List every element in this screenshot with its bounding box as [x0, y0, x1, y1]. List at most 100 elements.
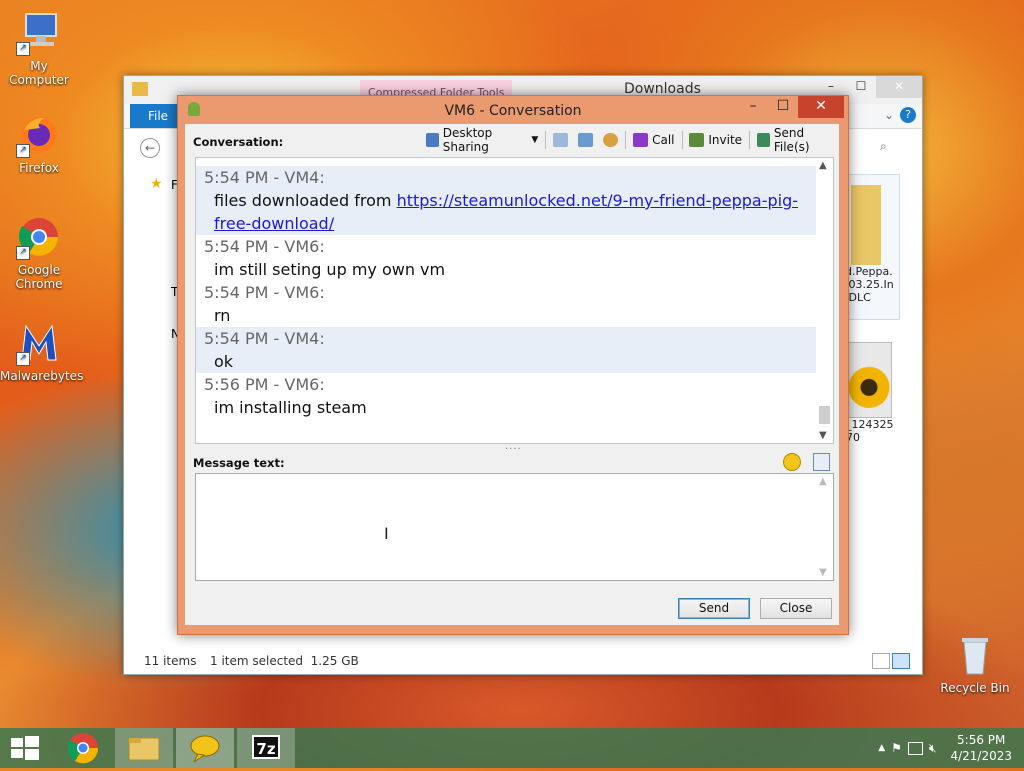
message-text: im still seting up my own vm [214, 260, 446, 279]
contacts-icon [578, 133, 594, 147]
gear-icon [603, 133, 619, 147]
message-text: ok [214, 352, 234, 371]
chevron-down-icon: ▼ [531, 135, 539, 145]
scroll-down-icon[interactable]: ▼ [819, 567, 827, 578]
scroll-up-icon[interactable]: ▲ [819, 160, 827, 171]
message-text-label: Message text: [193, 456, 285, 470]
close-button[interactable]: ✕ [876, 76, 922, 98]
chat-bubble-icon [190, 735, 220, 763]
status-item-count: 11 items [144, 654, 197, 668]
desktop-icon-recycle-bin[interactable]: Recycle Bin [936, 632, 1014, 695]
emoticon-icon[interactable] [783, 453, 801, 471]
history-button[interactable] [548, 129, 573, 151]
flower-thumbnail-icon [846, 342, 892, 418]
taskbar: 7z ▲ ⚑ 🔇︎ 5:56 PM 4/21/2023 [0, 728, 1024, 768]
desktop-icon-label: Google Chrome [15, 263, 63, 291]
send-file-icon [756, 133, 770, 147]
call-button[interactable]: Call [628, 129, 679, 151]
desktop-icon-chrome[interactable]: ↗ Google Chrome [0, 214, 78, 291]
show-hidden-icons-icon[interactable]: ▲ [878, 743, 885, 753]
desktop-sharing-button[interactable]: Desktop Sharing ▼ [421, 126, 543, 154]
send-button[interactable]: Send [678, 598, 750, 619]
conversation-titlebar[interactable]: VM6 - Conversation – ☐ ✕ [178, 96, 848, 124]
message-header: 5:54 PM - VM4: [204, 168, 325, 187]
clock-time: 5:56 PM [957, 733, 1006, 747]
desktop-sharing-icon [426, 133, 439, 147]
help-icon[interactable]: ? [900, 107, 916, 123]
message-item: 5:54 PM - VM4: files downloaded from htt… [196, 166, 828, 235]
search-icon[interactable]: ⌕ [880, 139, 887, 154]
desktop-icon-label: Firefox [19, 161, 59, 175]
flag-icon[interactable]: ⚑ [891, 741, 902, 755]
maximize-button[interactable]: ☐ [846, 76, 876, 98]
conversation-body: Conversation: Desktop Sharing ▼ Call Invi… [185, 124, 839, 625]
desktop-icon-label: My Computer [9, 59, 69, 87]
7zip-icon: 7z [252, 735, 280, 759]
message-item: 5:54 PM - VM6: rn [196, 281, 828, 327]
settings-button[interactable] [598, 129, 623, 151]
windows-icon [11, 736, 39, 760]
details-view-icon[interactable] [872, 653, 890, 669]
message-header: 5:54 PM - VM4: [204, 329, 325, 348]
taskbar-chrome[interactable] [54, 728, 112, 768]
malwarebytes-icon: ↗ [16, 320, 62, 366]
zip-folder-icon [851, 185, 881, 265]
network-icon[interactable] [907, 741, 923, 755]
message-item: 5:54 PM - VM6: im still seting up my own… [196, 235, 828, 281]
contacts-button[interactable] [573, 129, 598, 151]
scroll-thumb[interactable] [819, 406, 830, 424]
splitter-handle[interactable]: ···· [505, 444, 522, 455]
volume-muted-icon[interactable]: 🔇︎ [929, 741, 937, 756]
firefox-icon: ↗ [16, 112, 62, 158]
scroll-up-icon[interactable]: ▲ [819, 476, 827, 487]
folder-icon [128, 737, 160, 761]
format-text-icon[interactable] [813, 453, 830, 471]
video-camera-icon [633, 133, 649, 147]
large-icons-view-icon[interactable] [892, 653, 910, 669]
minimize-button[interactable]: – [738, 96, 768, 118]
message-item: 5:54 PM - VM4: ok [196, 327, 828, 373]
system-tray: ▲ ⚑ 🔇︎ 5:56 PM 4/21/2023 [878, 728, 1012, 768]
folder-icon [132, 82, 148, 96]
taskbar-file-explorer[interactable] [115, 728, 173, 768]
clock-date: 4/21/2023 [950, 749, 1012, 763]
desktop-icon-firefox[interactable]: ↗ Firefox [0, 112, 78, 175]
chevron-down-icon[interactable]: ⌄ [884, 108, 894, 122]
message-item: 5:56 PM - VM6: im installing steam [196, 373, 828, 419]
text-cursor-icon: I [384, 524, 389, 543]
desktop-icon-label: Recycle Bin [940, 681, 1010, 695]
back-arrow-icon[interactable]: ← [140, 138, 160, 158]
close-conversation-button[interactable]: Close [760, 598, 832, 619]
star-icon[interactable]: ★ [150, 176, 163, 192]
message-text: rn [214, 306, 231, 325]
explorer-statusbar: 11 items 1 item selected 1.25 GB [124, 648, 922, 674]
file-item-image[interactable]: _124325 70 [846, 342, 898, 452]
conversation-window[interactable]: VM6 - Conversation – ☐ ✕ Conversation: D… [177, 95, 849, 635]
history-scrollbar[interactable]: ▲ ▼ [816, 158, 833, 443]
maximize-button[interactable]: ☐ [768, 96, 798, 118]
history-icon [553, 133, 569, 147]
message-text: im installing steam [214, 398, 367, 417]
invite-button[interactable]: Invite [684, 129, 747, 151]
message-scrollbar[interactable]: ▲ ▼ [816, 474, 833, 580]
file-item-peppa[interactable]: d.Peppa. .03.25.In .DLC [844, 174, 900, 320]
taskbar-7zip[interactable]: 7z [237, 728, 295, 768]
taskbar-messenger[interactable] [176, 728, 234, 768]
status-selection: 1 item selected 1.25 GB [210, 654, 359, 668]
close-button[interactable]: ✕ [798, 96, 844, 118]
send-files-button[interactable]: Send File(s) [752, 126, 839, 154]
start-button[interactable] [0, 728, 58, 768]
clock[interactable]: 5:56 PM 4/21/2023 [950, 732, 1012, 764]
chrome-icon [67, 733, 99, 764]
message-header: 5:54 PM - VM6: [204, 283, 325, 302]
message-header: 5:56 PM - VM6: [204, 375, 325, 394]
desktop-icon-my-computer[interactable]: ↗ My Computer [0, 10, 78, 87]
desktop-icon-malwarebytes[interactable]: ↗ Malwarebytes [0, 320, 83, 383]
conversation-toolbar: Desktop Sharing ▼ Call Invite Send File(s… [421, 126, 839, 154]
message-header: 5:54 PM - VM6: [204, 237, 325, 256]
add-user-icon [689, 133, 705, 147]
scroll-down-icon[interactable]: ▼ [819, 430, 827, 441]
message-input[interactable]: I ▲ ▼ [195, 473, 834, 581]
message-text: files downloaded from https://steamunloc… [214, 191, 798, 233]
conversation-history[interactable]: 5:54 PM - VM4: files downloaded from htt… [195, 157, 834, 444]
